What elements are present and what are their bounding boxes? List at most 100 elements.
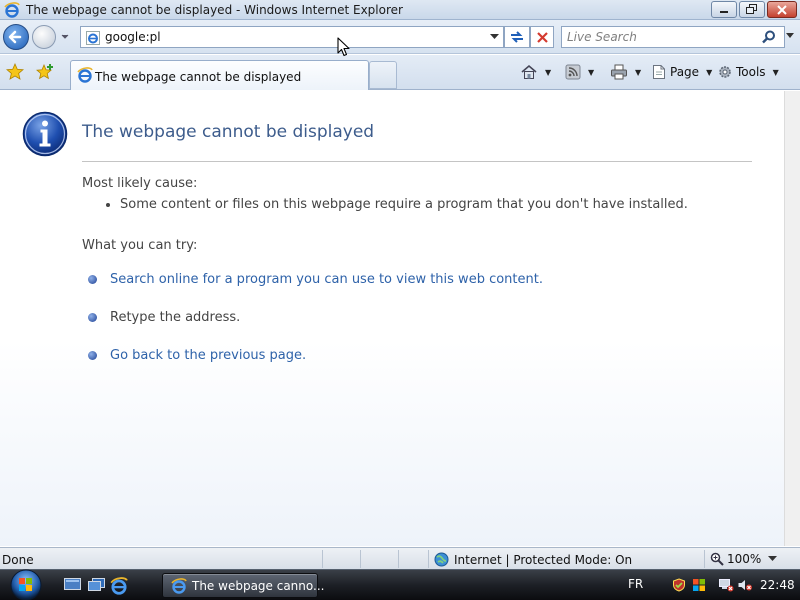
print-dropdown-icon[interactable]: ▼ bbox=[635, 68, 641, 77]
search-icon[interactable] bbox=[762, 30, 776, 44]
feeds-dropdown-icon[interactable]: ▼ bbox=[588, 68, 594, 77]
language-indicator[interactable]: FR bbox=[628, 577, 643, 591]
internet-explorer-icon bbox=[171, 578, 187, 597]
print-button[interactable]: ▼ bbox=[610, 63, 641, 81]
title-divider bbox=[82, 161, 752, 162]
network-status-icon[interactable] bbox=[718, 578, 734, 595]
tools-menu-label: Tools bbox=[736, 65, 766, 79]
security-zone-label: Internet | Protected Mode: On bbox=[454, 552, 633, 567]
internet-explorer-icon bbox=[110, 577, 128, 595]
show-desktop-button[interactable] bbox=[64, 577, 81, 595]
tab-active[interactable]: The webpage cannot be displayed bbox=[70, 60, 369, 90]
printer-icon bbox=[611, 64, 627, 80]
restore-button[interactable] bbox=[739, 1, 765, 18]
mouse-cursor-icon bbox=[337, 37, 350, 57]
forward-button[interactable] bbox=[32, 25, 56, 49]
switch-windows-button[interactable] bbox=[88, 577, 105, 595]
volume-muted-icon[interactable] bbox=[737, 578, 753, 595]
zoom-dropdown-icon[interactable] bbox=[768, 556, 777, 562]
stop-button[interactable] bbox=[530, 26, 554, 48]
cause-list-item: Some content or files on this webpage re… bbox=[106, 197, 688, 212]
navigation-bar bbox=[0, 20, 800, 54]
show-desktop-icon bbox=[64, 578, 81, 590]
cause-text: Some content or files on this webpage re… bbox=[120, 197, 688, 212]
status-separator bbox=[322, 550, 323, 568]
feeds-button[interactable]: ▼ bbox=[565, 63, 594, 81]
search-options-dropdown-icon[interactable] bbox=[786, 33, 794, 39]
go-back-link[interactable]: Go back to the previous page. bbox=[110, 348, 306, 363]
taskbar: The webpage canno... FR 22:48 bbox=[0, 569, 800, 600]
page-menu-label: Page bbox=[670, 65, 700, 79]
switch-windows-icon bbox=[88, 578, 105, 591]
window-title: The webpage cannot be displayed - Window… bbox=[26, 3, 403, 17]
add-to-favorites-button[interactable] bbox=[36, 63, 54, 84]
status-separator bbox=[398, 550, 399, 568]
gear-icon bbox=[719, 66, 731, 78]
address-bar[interactable] bbox=[80, 26, 504, 48]
clock[interactable]: 22:48 bbox=[760, 578, 795, 592]
tools-dropdown-icon: ▼ bbox=[772, 67, 779, 77]
windows-start-orb-icon bbox=[10, 569, 42, 600]
back-arrow-icon bbox=[8, 30, 22, 44]
info-icon bbox=[22, 111, 68, 160]
try-item-retype-address: Retype the address. bbox=[88, 310, 240, 328]
status-separator bbox=[428, 550, 429, 568]
status-separator bbox=[704, 550, 705, 568]
zoom-level-label: 100% bbox=[727, 552, 762, 566]
tools-menu-button[interactable]: Tools ▼ bbox=[717, 63, 779, 81]
refresh-button[interactable] bbox=[504, 26, 530, 48]
address-dropdown-icon[interactable] bbox=[490, 34, 499, 40]
zoom-level-button[interactable]: 100% bbox=[710, 552, 761, 566]
recent-pages-dropdown-icon[interactable] bbox=[60, 33, 70, 41]
internet-explorer-icon bbox=[77, 67, 93, 86]
internet-explorer-icon bbox=[4, 2, 20, 21]
quick-launch-internet-explorer[interactable] bbox=[110, 577, 128, 598]
stop-icon bbox=[536, 31, 548, 43]
new-tab-button[interactable] bbox=[369, 61, 397, 89]
refresh-icon bbox=[511, 31, 523, 43]
page-menu-button[interactable]: Page ▼ bbox=[651, 63, 712, 81]
page-document-icon bbox=[653, 65, 665, 79]
security-zone[interactable]: Internet | Protected Mode: On bbox=[434, 552, 632, 567]
home-dropdown-icon[interactable]: ▼ bbox=[545, 68, 551, 77]
taskbar-ie-window-button[interactable]: The webpage canno... bbox=[162, 573, 324, 598]
minimize-icon bbox=[720, 10, 728, 13]
favorites-star-icon bbox=[5, 62, 25, 80]
try-item-search-online: Search online for a program you can use … bbox=[88, 272, 543, 290]
search-online-link[interactable]: Search online for a program you can use … bbox=[110, 272, 543, 287]
windows-tray-icon[interactable] bbox=[692, 578, 706, 595]
favorites-center-button[interactable] bbox=[5, 62, 25, 84]
address-input[interactable] bbox=[105, 29, 485, 45]
home-icon bbox=[521, 64, 537, 79]
security-shield-tray-icon[interactable] bbox=[672, 578, 686, 595]
close-window-button[interactable] bbox=[767, 1, 797, 18]
retype-address-text: Retype the address. bbox=[110, 310, 241, 325]
list-bullet bbox=[106, 202, 110, 207]
vertical-scrollbar[interactable] bbox=[784, 91, 800, 546]
status-text: Done bbox=[2, 553, 34, 567]
start-button[interactable] bbox=[5, 568, 47, 600]
tab-bar: The webpage cannot be displayed ▼ ▼ ▼ Pa… bbox=[0, 55, 800, 90]
search-box[interactable] bbox=[561, 26, 785, 48]
rss-feed-icon bbox=[565, 64, 581, 80]
zoom-icon bbox=[710, 552, 724, 566]
title-bar: The webpage cannot be displayed - Window… bbox=[0, 0, 800, 20]
taskbar-window-label: The webpage canno... bbox=[192, 579, 325, 593]
cause-heading: Most likely cause: bbox=[82, 176, 198, 191]
page-icon bbox=[85, 30, 101, 49]
search-input[interactable] bbox=[567, 29, 757, 45]
close-icon bbox=[777, 4, 787, 15]
globe-icon bbox=[434, 552, 449, 567]
back-button[interactable] bbox=[3, 24, 29, 50]
try-item-go-back: Go back to the previous page. bbox=[88, 348, 306, 366]
page-dropdown-icon: ▼ bbox=[706, 67, 713, 77]
status-separator bbox=[360, 550, 361, 568]
page-title: The webpage cannot be displayed bbox=[82, 122, 375, 142]
home-button[interactable]: ▼ bbox=[520, 63, 551, 81]
try-heading: What you can try: bbox=[82, 238, 198, 253]
minimize-button[interactable] bbox=[711, 1, 737, 18]
blue-bullet-icon bbox=[88, 313, 97, 322]
restore-icon bbox=[746, 4, 757, 14]
tab-label: The webpage cannot be displayed bbox=[95, 70, 302, 84]
blue-bullet-icon bbox=[88, 275, 97, 284]
